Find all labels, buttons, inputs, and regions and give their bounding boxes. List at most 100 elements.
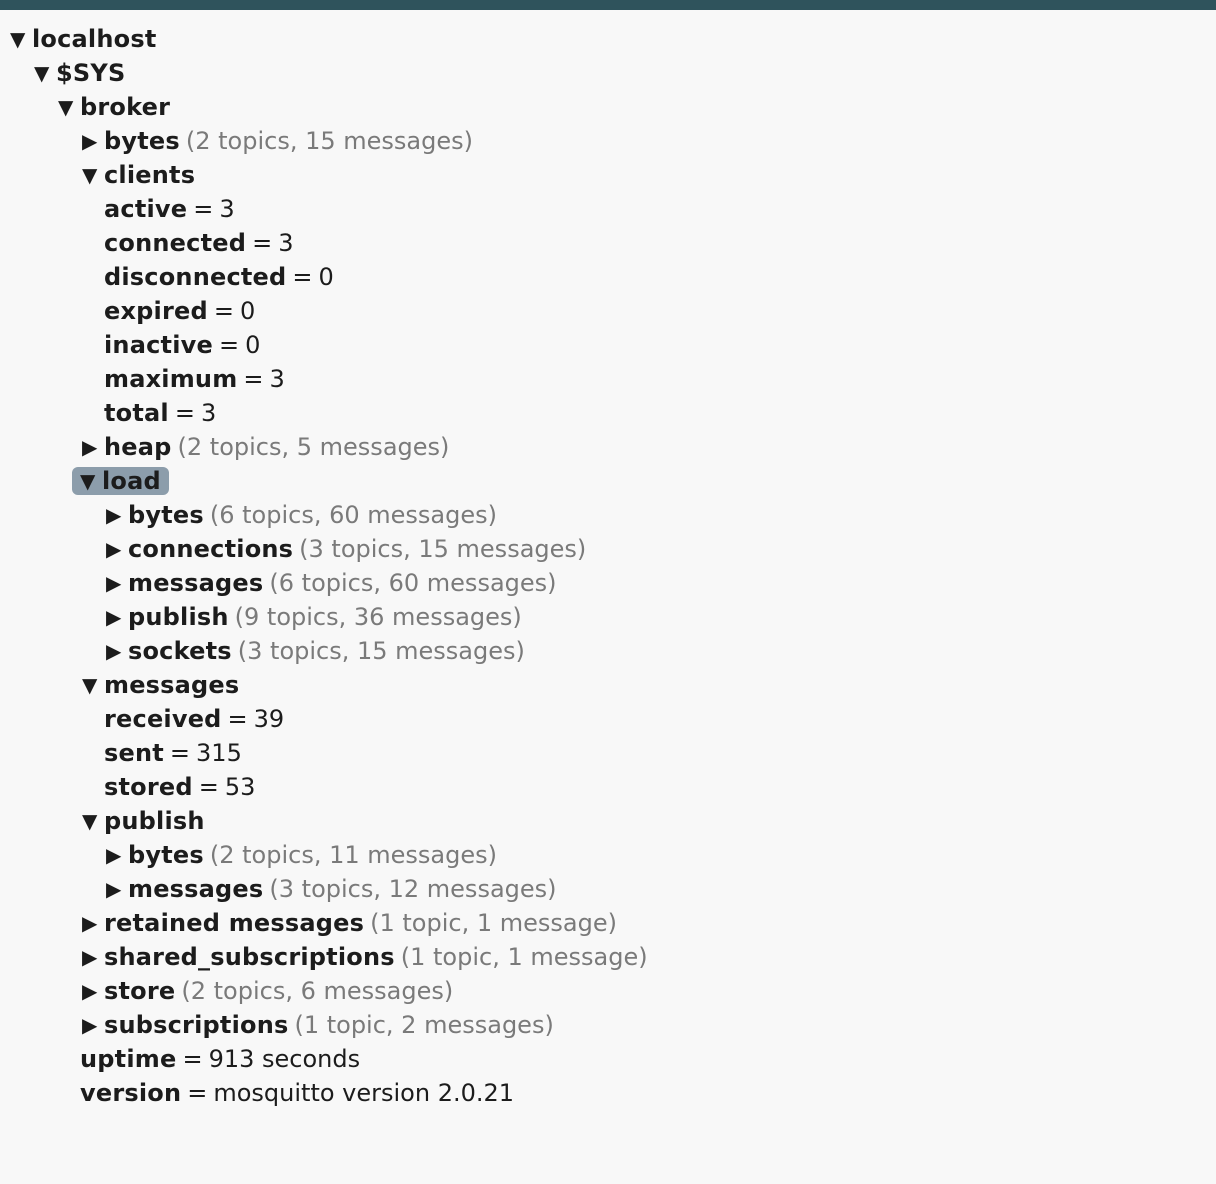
node-label: sockets: [128, 637, 232, 665]
equals-sign: =: [292, 263, 313, 291]
node-summary: (9 topics, 36 messages): [234, 603, 522, 631]
leaf-label: connected: [104, 229, 247, 257]
equals-sign: =: [193, 195, 214, 223]
collapsed-triangle-icon[interactable]: ▶: [82, 124, 104, 158]
node-label: bytes: [128, 501, 204, 529]
tree-node-load-messages[interactable]: ▶ messages (6 topics, 60 messages): [0, 566, 1216, 600]
collapsed-triangle-icon[interactable]: ▶: [106, 634, 128, 668]
node-summary: (1 topic, 1 message): [400, 943, 648, 971]
leaf-value: 315: [196, 739, 242, 767]
tree-node-load-bytes[interactable]: ▶ bytes (6 topics, 60 messages): [0, 498, 1216, 532]
collapsed-triangle-icon[interactable]: ▶: [82, 430, 104, 464]
expanded-triangle-icon[interactable]: ▼: [10, 22, 32, 56]
equals-sign: =: [243, 365, 264, 393]
node-summary: (6 topics, 60 messages): [269, 569, 557, 597]
tree-node-publish[interactable]: ▼ publish: [0, 804, 1216, 838]
tree-node-bytes[interactable]: ▶ bytes (2 topics, 15 messages): [0, 124, 1216, 158]
node-label: heap: [104, 433, 172, 461]
tree-leaf-version[interactable]: version = mosquitto version 2.0.21: [0, 1076, 1216, 1110]
equals-sign: =: [174, 399, 195, 427]
node-label: store: [104, 977, 176, 1005]
tree-node-sys[interactable]: ▼ $SYS: [0, 56, 1216, 90]
expanded-triangle-icon[interactable]: ▼: [58, 90, 80, 124]
leaf-label: sent: [104, 739, 164, 767]
node-label: $SYS: [56, 59, 126, 87]
tree-leaf-received[interactable]: received = 39: [0, 702, 1216, 736]
node-label: publish: [128, 603, 229, 631]
tree-leaf-disconnected[interactable]: disconnected = 0: [0, 260, 1216, 294]
collapsed-triangle-icon[interactable]: ▶: [82, 906, 104, 940]
tree-node-store[interactable]: ▶ store (2 topics, 6 messages): [0, 974, 1216, 1008]
tree-leaf-maximum[interactable]: maximum = 3: [0, 362, 1216, 396]
leaf-label: inactive: [104, 331, 213, 359]
leaf-label: active: [104, 195, 188, 223]
expanded-triangle-icon[interactable]: ▼: [82, 804, 104, 838]
tree-node-publish-bytes[interactable]: ▶ bytes (2 topics, 11 messages): [0, 838, 1216, 872]
window-top-bar: [0, 0, 1216, 10]
collapsed-triangle-icon[interactable]: ▶: [82, 940, 104, 974]
node-summary: (3 topics, 12 messages): [269, 875, 557, 903]
tree-leaf-total[interactable]: total = 3: [0, 396, 1216, 430]
tree-leaf-active[interactable]: active = 3: [0, 192, 1216, 226]
tree-leaf-uptime[interactable]: uptime = 913 seconds: [0, 1042, 1216, 1076]
equals-sign: =: [252, 229, 273, 257]
selection-highlight[interactable]: ▼ load: [72, 467, 169, 495]
leaf-label: maximum: [104, 365, 238, 393]
expanded-triangle-icon[interactable]: ▼: [34, 56, 56, 90]
collapsed-triangle-icon[interactable]: ▶: [106, 872, 128, 906]
node-label: shared_subscriptions: [104, 943, 395, 971]
leaf-value: 39: [253, 705, 285, 733]
node-summary: (2 topics, 5 messages): [177, 433, 450, 461]
collapsed-triangle-icon[interactable]: ▶: [82, 1008, 104, 1042]
tree-node-load-selected[interactable]: ▼ load: [0, 464, 1216, 498]
expanded-triangle-icon[interactable]: ▼: [82, 158, 104, 192]
tree-node-messages[interactable]: ▼ messages: [0, 668, 1216, 702]
node-summary: (1 topic, 1 message): [370, 909, 617, 937]
node-label: load: [102, 467, 161, 495]
leaf-value: 53: [224, 773, 256, 801]
tree-node-broker[interactable]: ▼ broker: [0, 90, 1216, 124]
equals-sign: =: [187, 1079, 208, 1107]
tree-leaf-inactive[interactable]: inactive = 0: [0, 328, 1216, 362]
leaf-value: 3: [200, 399, 217, 427]
node-summary: (3 topics, 15 messages): [237, 637, 525, 665]
leaf-value: 0: [245, 331, 261, 359]
tree-leaf-expired[interactable]: expired = 0: [0, 294, 1216, 328]
collapsed-triangle-icon[interactable]: ▶: [106, 566, 128, 600]
tree-node-shared-subscriptions[interactable]: ▶ shared_subscriptions (1 topic, 1 message…: [0, 940, 1216, 974]
leaf-value: mosquitto version 2.0.21: [213, 1079, 515, 1107]
collapsed-triangle-icon[interactable]: ▶: [106, 532, 128, 566]
topic-tree: ▼ localhost ▼ $SYS ▼ broker ▶ bytes (2 topics…: [0, 10, 1216, 1110]
expanded-triangle-icon[interactable]: ▼: [82, 668, 104, 702]
leaf-value: 3: [219, 195, 235, 223]
node-label: clients: [104, 161, 196, 189]
leaf-label: stored: [104, 773, 193, 801]
leaf-value: 0: [318, 263, 334, 291]
equals-sign: =: [218, 331, 240, 359]
tree-node-publish-messages[interactable]: ▶ messages (3 topics, 12 messages): [0, 872, 1216, 906]
node-summary: (1 topic, 2 messages): [294, 1011, 554, 1039]
tree-node-load-connections[interactable]: ▶ connections (3 topics, 15 messages): [0, 532, 1216, 566]
tree-leaf-connected[interactable]: connected = 3: [0, 226, 1216, 260]
collapsed-triangle-icon[interactable]: ▶: [82, 974, 104, 1008]
collapsed-triangle-icon[interactable]: ▶: [106, 600, 128, 634]
tree-node-clients[interactable]: ▼ clients: [0, 158, 1216, 192]
tree-node-heap[interactable]: ▶ heap (2 topics, 5 messages): [0, 430, 1216, 464]
tree-leaf-sent[interactable]: sent = 315: [0, 736, 1216, 770]
collapsed-triangle-icon[interactable]: ▶: [106, 838, 128, 872]
tree-leaf-stored[interactable]: stored = 53: [0, 770, 1216, 804]
node-label: messages: [128, 875, 264, 903]
tree-node-retained-messages[interactable]: ▶ retained messages (1 topic, 1 message): [0, 906, 1216, 940]
node-label: messages: [128, 569, 264, 597]
node-summary: (2 topics, 11 messages): [209, 841, 497, 869]
collapsed-triangle-icon[interactable]: ▶: [106, 498, 128, 532]
tree-node-load-sockets[interactable]: ▶ sockets (3 topics, 15 messages): [0, 634, 1216, 668]
tree-node-localhost[interactable]: ▼ localhost: [0, 22, 1216, 56]
node-summary: (6 topics, 60 messages): [209, 501, 497, 529]
tree-node-load-publish[interactable]: ▶ publish (9 topics, 36 messages): [0, 600, 1216, 634]
leaf-value: 913 seconds: [208, 1045, 361, 1073]
tree-node-subscriptions[interactable]: ▶ subscriptions (1 topic, 2 messages): [0, 1008, 1216, 1042]
leaf-label: uptime: [80, 1045, 177, 1073]
expanded-triangle-icon[interactable]: ▼: [80, 467, 102, 495]
node-summary: (2 topics, 6 messages): [181, 977, 454, 1005]
